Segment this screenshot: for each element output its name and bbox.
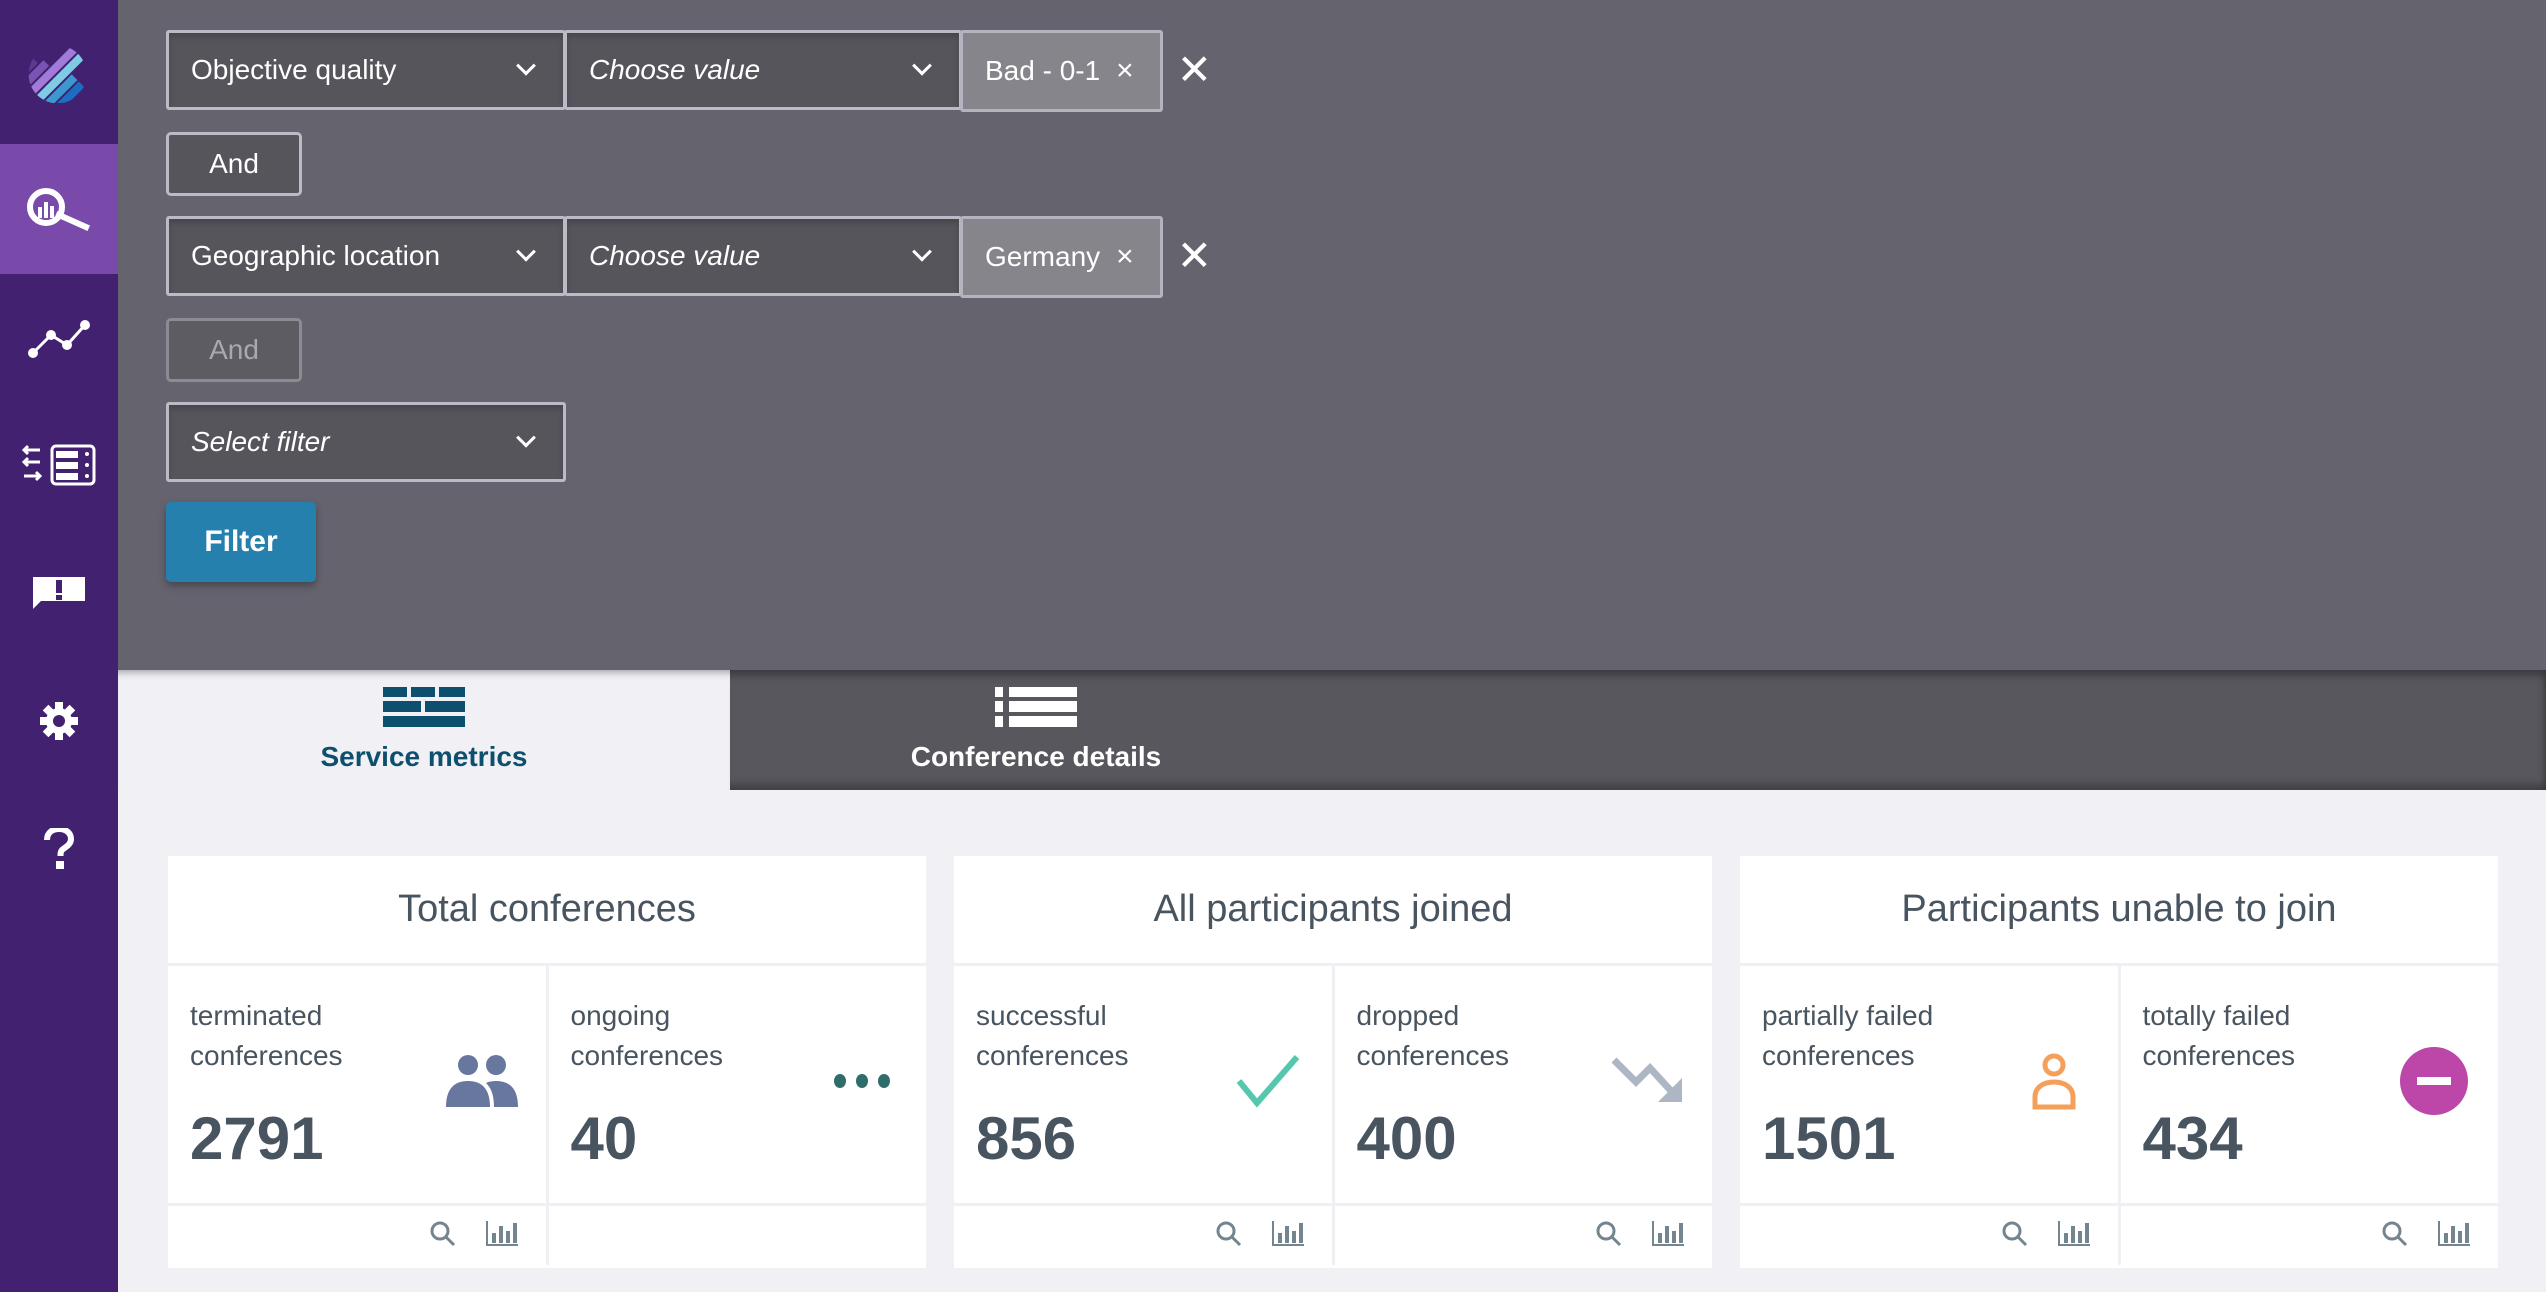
app-logo[interactable] [0,0,118,144]
sidebar-item-settings[interactable] [0,656,118,786]
tag-remove-icon[interactable]: × [1116,56,1134,86]
bar-chart-icon[interactable] [485,1221,518,1247]
metric-value: 1501 [1762,1105,1896,1172]
filter-row: Objective quality Choose value Bad - 0-1… [166,30,1212,112]
logo-icon [27,41,91,103]
grid-icon [383,687,465,727]
filter-field-select[interactable]: Geographic location [166,216,566,296]
card-participants-unable-to-join: Participants unable to join partially fa… [1740,856,2498,1268]
sidebar-item-analytics-search[interactable] [0,144,118,274]
sidebar-item-trends[interactable] [0,274,118,404]
tab-service-metrics[interactable]: Service metrics [118,670,730,790]
and-button[interactable]: And [166,132,302,196]
filter-value-tag: Germany × [960,216,1163,298]
metric-value: 856 [976,1105,1077,1172]
alert-message-icon [33,577,85,609]
metric-label: dropped conferences [1356,1000,1510,1071]
people-icon [440,1046,524,1116]
metric-label: partially failed conferences [1762,1000,1934,1071]
metric-value: 400 [1356,1105,1457,1172]
metric-successful-conferences: successful conferences 856 [954,966,1335,1265]
filter-row-new: Select filter [166,402,566,482]
filter-field-select[interactable]: Objective quality [166,30,566,110]
select-filter-dropdown[interactable]: Select filter [166,402,566,482]
metric-terminated-conferences: terminated conferences 2791 [168,966,549,1265]
filter-panel: Objective quality Choose value Bad - 0-1… [118,0,2546,670]
metric-ongoing-conferences: ongoing conferences 40 [548,966,926,1265]
tab-label: Conference details [910,741,1162,772]
chevron-down-icon [516,241,536,262]
more-dots-icon [820,1046,904,1116]
filter-button[interactable]: Filter [166,502,316,582]
line-chart-icon [28,320,90,358]
filter-field-value: Geographic location [191,240,441,271]
bar-chart-icon[interactable] [2057,1221,2090,1247]
filter-value-placeholder: Choose value [589,240,761,271]
filter-value-placeholder: Choose value [589,54,761,85]
search-icon[interactable] [430,1221,456,1247]
card-title: All participants joined [954,856,1712,966]
chevron-down-icon [516,55,536,76]
chart-search-icon [27,188,90,231]
metric-label: ongoing conferences [570,1000,724,1071]
search-icon[interactable] [1216,1221,1242,1247]
tag-label: Germany [985,241,1101,272]
tab-label: Service metrics [320,741,528,772]
filter-value-select[interactable]: Choose value [564,30,962,110]
filter-value-select[interactable]: Choose value [564,216,962,296]
card-all-participants-joined: All participants joined successful confe… [954,856,1712,1268]
checkmark-icon [1226,1046,1310,1116]
sidebar-item-servers[interactable] [0,400,118,530]
and-button-disabled: And [166,318,302,382]
tag-label: Bad - 0-1 [985,55,1101,86]
person-outline-icon [2012,1046,2096,1116]
chevron-down-icon [912,241,932,262]
tag-remove-icon[interactable]: × [1116,242,1134,272]
metric-totally-failed-conferences: totally failed conferences 434 [2120,966,2498,1265]
select-filter-placeholder: Select filter [191,426,330,457]
question-icon [44,828,75,869]
search-icon[interactable] [2382,1221,2408,1247]
server-list-icon [21,444,96,486]
metric-value: 40 [570,1105,638,1172]
metric-dropped-conferences: dropped conferences 400 [1334,966,1712,1265]
list-icon [995,687,1077,727]
card-title: Total conferences [168,856,926,966]
minus-circle-icon [2392,1046,2476,1116]
card-total-conferences: Total conferences terminated conferences… [168,856,926,1268]
remove-filter-row-icon[interactable]: ✕ [1177,30,1212,110]
metric-partially-failed-conferences: partially failed conferences 1501 [1740,966,2121,1265]
bar-chart-icon[interactable] [1652,1221,1684,1247]
remove-filter-row-icon[interactable]: ✕ [1177,216,1212,296]
metric-value: 2791 [190,1105,324,1172]
filter-value-tag: Bad - 0-1 × [960,30,1163,112]
tab-bar: Service metrics Conference details [118,670,2546,790]
sidebar-item-help[interactable] [0,784,118,914]
metric-label: terminated conferences [190,1000,343,1071]
card-title: Participants unable to join [1740,856,2498,966]
search-icon[interactable] [1596,1221,1622,1247]
gear-icon [40,702,78,740]
metric-label: totally failed conferences [2142,1000,2296,1071]
search-icon[interactable] [2002,1221,2028,1247]
bar-chart-icon[interactable] [1271,1221,1304,1247]
sidebar-item-alerts[interactable] [0,528,118,658]
filter-row: Geographic location Choose value Germany… [166,216,1212,298]
bar-chart-icon[interactable] [2438,1221,2470,1247]
chevron-down-icon [912,55,932,76]
metric-label: successful conferences [976,1000,1129,1071]
chevron-down-icon [516,427,536,448]
filter-field-value: Objective quality [191,54,397,85]
trend-down-icon [1606,1046,1690,1116]
tab-conference-details[interactable]: Conference details [730,670,1342,790]
sidebar [0,0,118,1292]
metric-value: 434 [2142,1105,2243,1172]
